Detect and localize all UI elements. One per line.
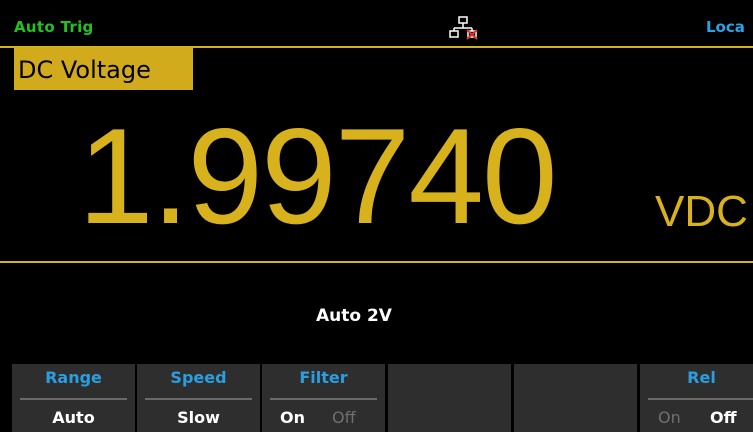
softkey-divider [270,398,377,400]
measurement-function-label: DC Voltage [18,56,151,84]
status-bar: Auto Trig Loca [0,0,753,40]
range-softkey-title: Range [45,368,102,387]
trigger-mode-indicator: Auto Trig [14,18,94,36]
speed-softkey[interactable]: Speed Slow [137,364,260,432]
filter-on-option: On [280,408,305,427]
speed-softkey-value: Slow [177,408,220,427]
speed-softkey-title: Speed [170,368,227,387]
softkey-divider [145,398,252,400]
softkey-4-empty[interactable] [388,364,511,432]
softkey-divider [648,398,753,400]
rel-softkey-title: Rel [687,368,716,387]
softkey-divider [20,398,127,400]
filter-off-option: Off [332,408,356,427]
main-reading: 1.99740 [78,100,558,252]
reading-unit: VDC [655,187,748,236]
rel-on-option: On [658,408,681,427]
softkey-5-empty[interactable] [514,364,637,432]
network-disconnected-icon [449,16,478,40]
filter-softkey-title: Filter [299,368,348,387]
filter-softkey[interactable]: Filter On Off [262,364,385,432]
range-softkey[interactable]: Range Auto [12,364,135,432]
rel-softkey[interactable]: Rel On Off [640,364,753,432]
rel-off-option: Off [710,408,737,427]
range-softkey-value: Auto [52,408,95,427]
range-status-text: Auto 2V [316,306,392,326]
reading-divider [0,261,753,263]
remote-local-indicator: Loca [706,18,745,36]
